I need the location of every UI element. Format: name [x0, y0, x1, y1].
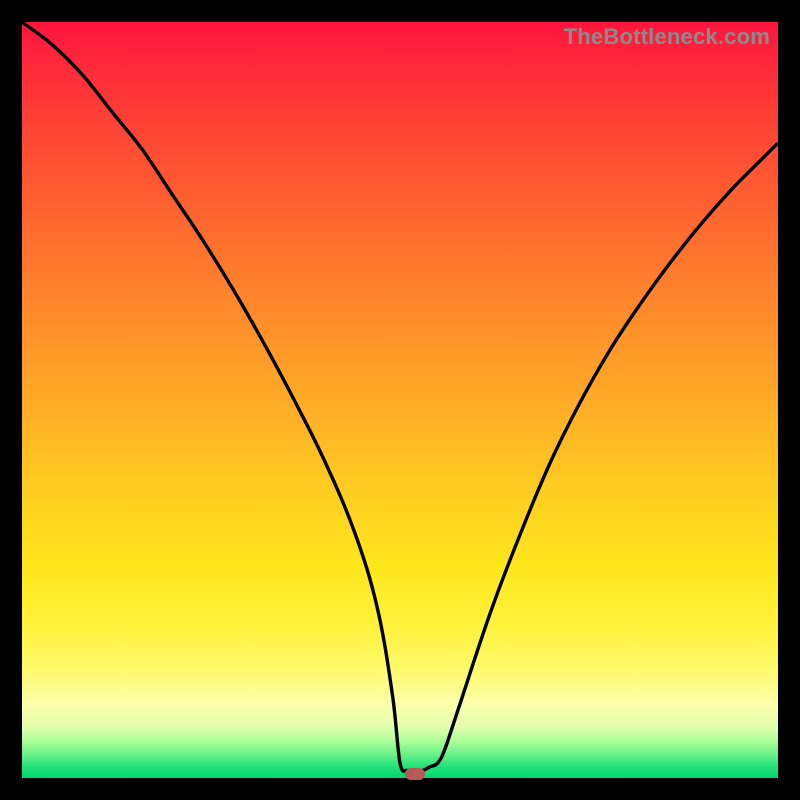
attribution-label: TheBottleneck.com	[564, 24, 770, 50]
bottleneck-curve	[22, 22, 778, 778]
chart-frame: TheBottleneck.com	[0, 0, 800, 800]
optimal-marker	[405, 768, 425, 780]
plot-area: TheBottleneck.com	[22, 22, 778, 778]
